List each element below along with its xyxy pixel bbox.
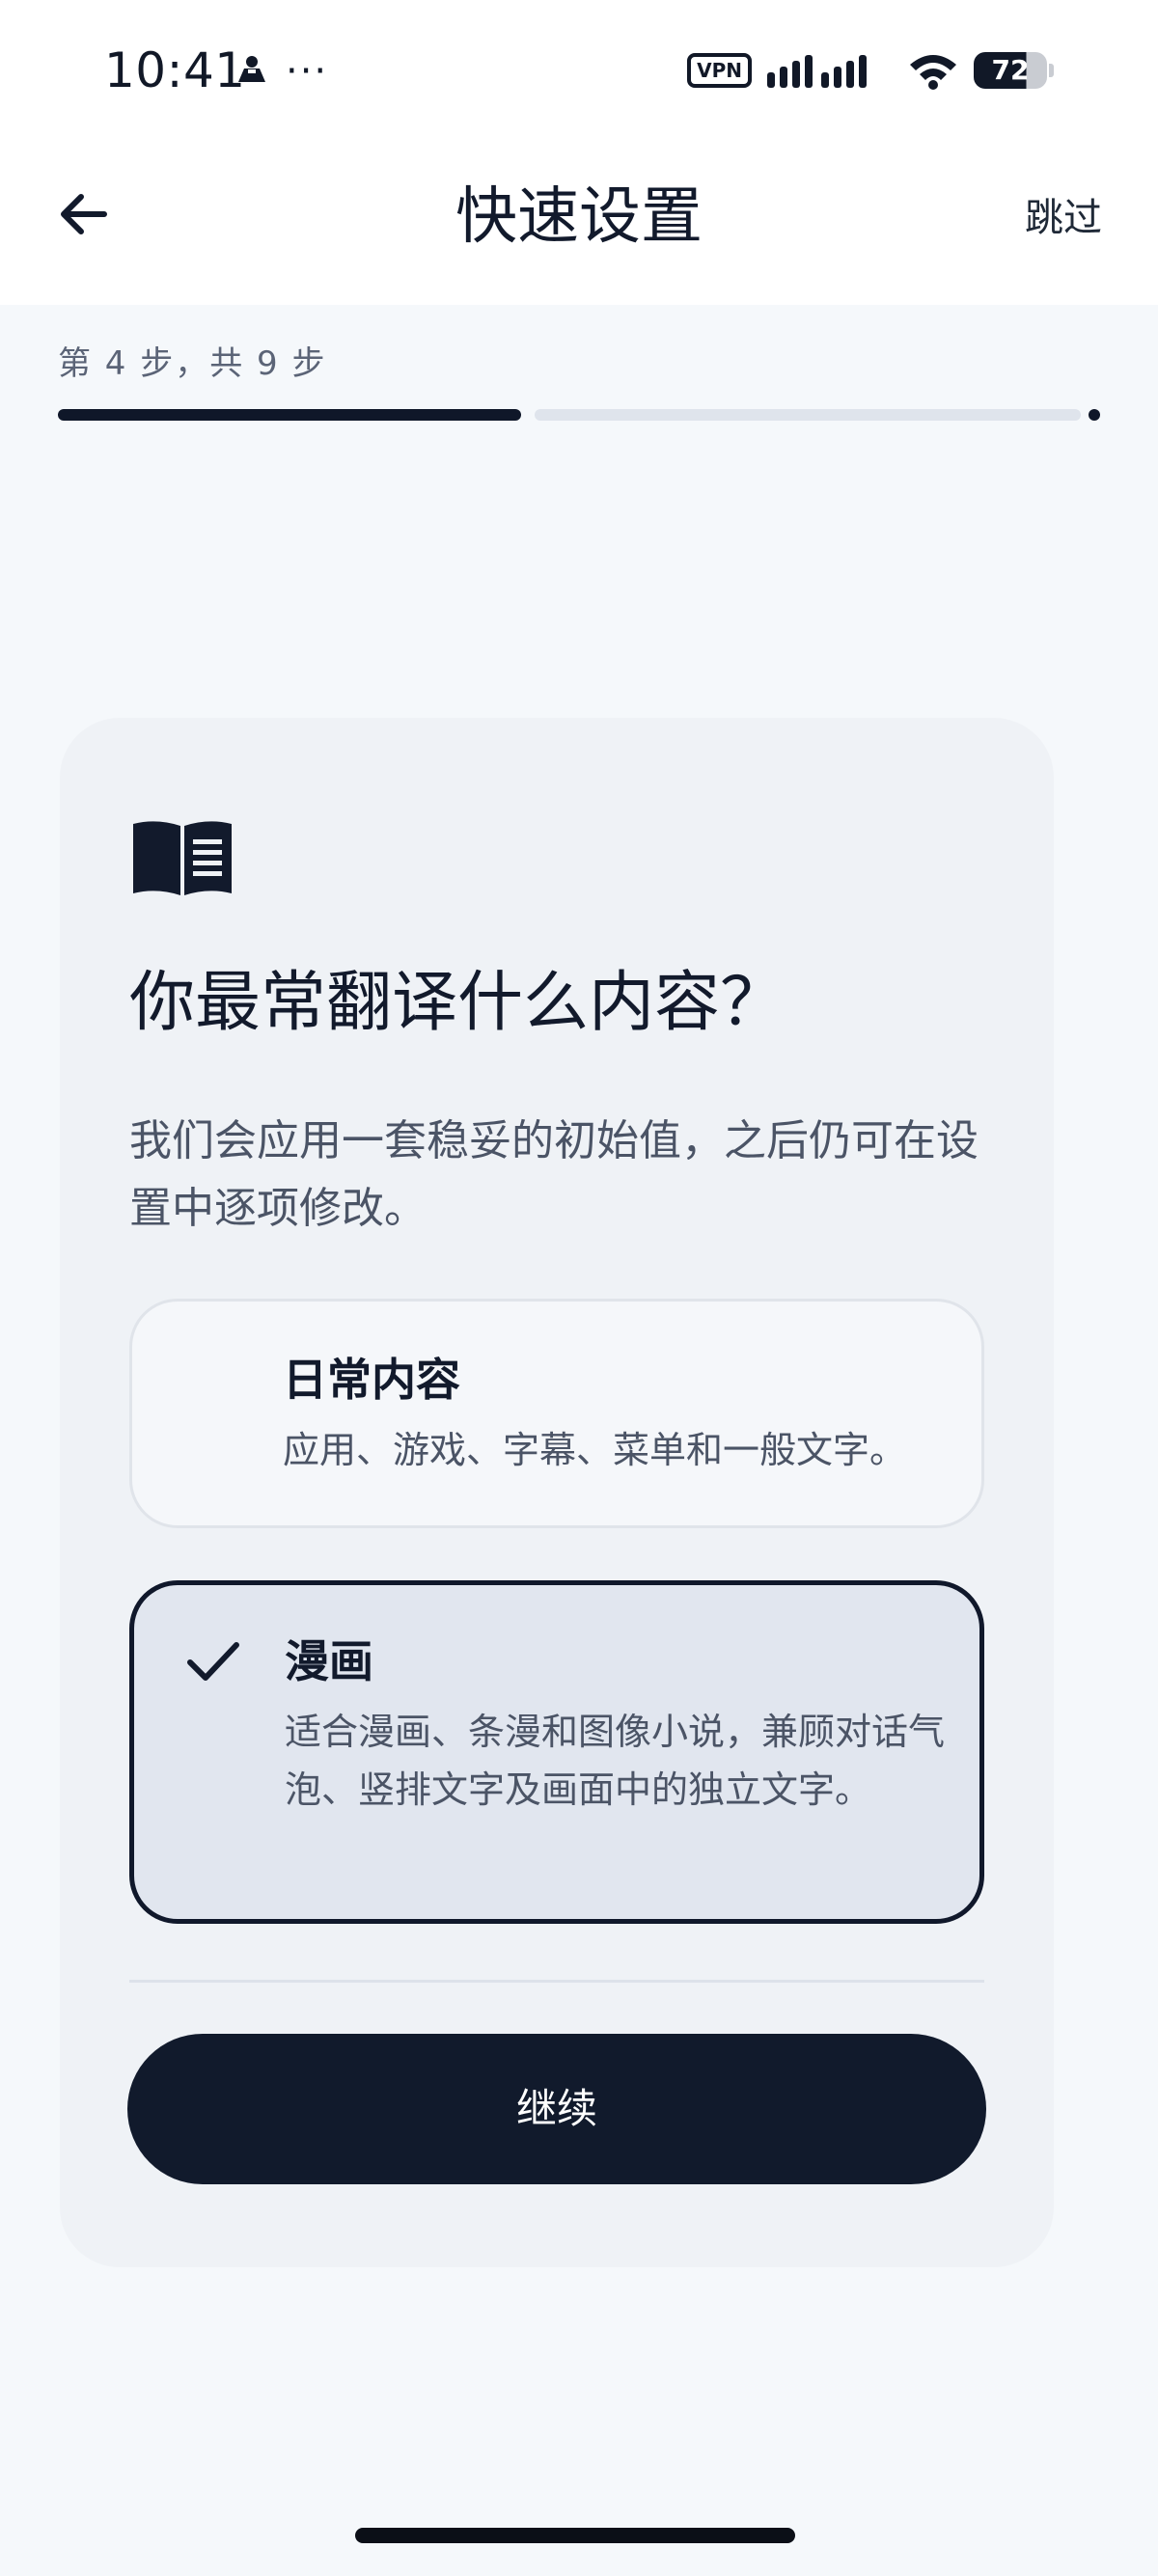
option-comics[interactable]: 漫画 适合漫画、条漫和图像小说，兼顾对话气泡、竖排文字及画面中的独立文字。 <box>129 1580 984 1924</box>
option-title: 漫画 <box>285 1635 373 1687</box>
wifi-icon <box>910 55 956 90</box>
more-notifications-icon: ··· <box>286 49 329 94</box>
option-daily-content[interactable]: 日常内容 应用、游戏、字幕、菜单和一般文字。 <box>129 1299 984 1528</box>
battery-tip <box>1049 64 1054 77</box>
checkmark-icon <box>187 1642 239 1681</box>
continue-button[interactable]: 继续 <box>127 2034 986 2184</box>
setup-card: 你最常翻译什么内容？ 我们会应用一套稳妥的初始值，之后仍可在设置中逐项修改。 日… <box>60 718 1054 2267</box>
option-description: 应用、游戏、字幕、菜单和一般文字。 <box>283 1429 907 1471</box>
question-description: 我们会应用一套稳妥的初始值，之后仍可在设置中逐项修改。 <box>129 1116 979 1233</box>
progress-remaining <box>535 409 1081 421</box>
progress-end-dot <box>1089 409 1100 421</box>
question-title: 你最常翻译什么内容？ <box>129 965 786 1041</box>
option-description: 适合漫画、条漫和图像小说，兼顾对话气泡、竖排文字及画面中的独立文字。 <box>285 1711 946 1811</box>
status-bar: 10:41 ··· VPN 72 <box>0 0 1158 145</box>
battery-icon: 72 <box>974 52 1054 89</box>
signal-icon <box>767 55 867 88</box>
option-title: 日常内容 <box>283 1354 460 1406</box>
person-icon <box>238 56 265 82</box>
progress-fill <box>58 409 521 421</box>
home-indicator <box>355 2528 795 2543</box>
page-title: 快速设置 <box>455 181 703 253</box>
app-header: 快速设置 跳过 <box>0 145 1158 305</box>
step-counter: 第 4 步，共 9 步 <box>58 344 327 383</box>
status-time: 10:41 <box>104 42 246 98</box>
status-indicators: VPN 72 <box>687 48 1054 93</box>
book-icon <box>133 821 232 895</box>
battery-level: 72 <box>974 52 1047 89</box>
back-button[interactable] <box>44 176 122 253</box>
vpn-badge: VPN <box>687 53 752 88</box>
skip-button[interactable]: 跳过 <box>1025 189 1102 247</box>
arrow-left-icon <box>61 194 107 234</box>
divider <box>129 1980 984 1983</box>
progress-bar <box>58 409 1100 421</box>
